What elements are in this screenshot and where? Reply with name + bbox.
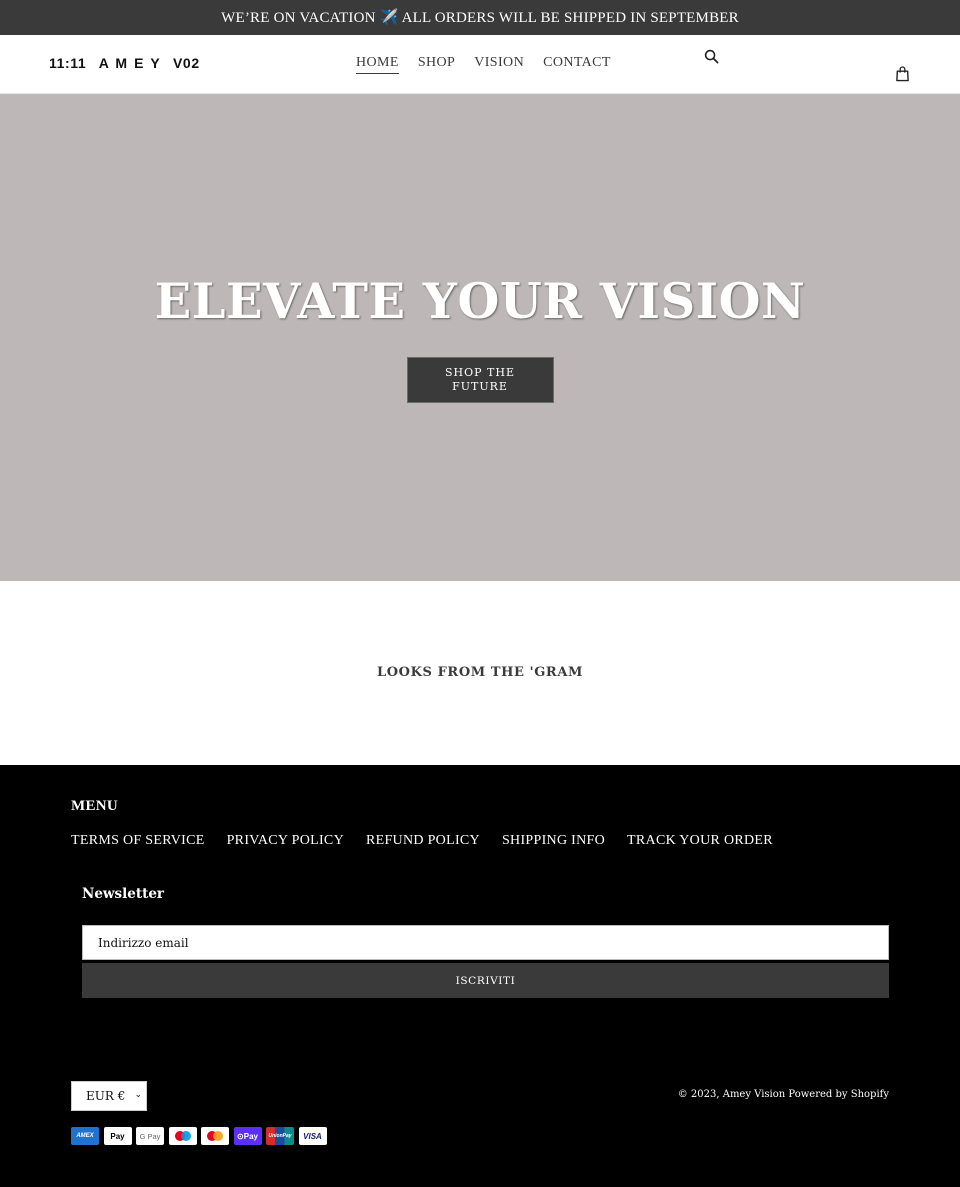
apple-pay-icon: Pay (103, 1127, 132, 1145)
visa-label: VISA (303, 1131, 322, 1141)
footer-links: TERMS OF SERVICE PRIVACY POLICY REFUND P… (71, 833, 773, 849)
unionpay-label: UnionPay (268, 1133, 292, 1139)
payment-icons: AMEX Pay G Pay ⊙Pay UnionPay VISA (71, 1127, 327, 1145)
site-header: 11:11 A M E Y V02 HOME SHOP VISION CONTA… (0, 35, 960, 94)
footer-link-terms[interactable]: TERMS OF SERVICE (71, 833, 205, 849)
newsletter-title: Newsletter (82, 886, 165, 902)
shop-pay-icon: ⊙Pay (233, 1127, 262, 1145)
copyright: © 2023, Amey Vision Powered by Shopify (678, 1089, 889, 1100)
site-logo[interactable]: 11:11 A M E Y V02 (49, 55, 200, 71)
mastercard-orange-circle (213, 1131, 223, 1141)
footer-menu-title: MENU (71, 798, 119, 814)
unionpay-icon: UnionPay (266, 1127, 294, 1145)
amex-icon: AMEX (71, 1127, 99, 1145)
shop-pay-label: ⊙Pay (237, 1131, 258, 1141)
apple-pay-label: Pay (110, 1131, 125, 1141)
store-name-link[interactable]: Amey Vision (723, 1089, 786, 1100)
google-pay-icon: G Pay (136, 1127, 164, 1145)
cart-button[interactable] (893, 65, 911, 83)
maestro-icon (168, 1127, 197, 1145)
instagram-section: LOOKS FROM THE 'GRAM (0, 581, 960, 765)
cart-icon (895, 66, 909, 82)
nav-contact[interactable]: CONTACT (543, 55, 611, 74)
footer-link-track-order[interactable]: TRACK YOUR ORDER (627, 833, 773, 849)
amex-label: AMEX (76, 1133, 94, 1139)
search-button[interactable] (702, 47, 720, 65)
hero-banner: ELEVATE YOUR VISION SHOP THE FUTURE (0, 94, 960, 581)
newsletter-email-input[interactable] (82, 925, 889, 960)
footer-link-refund[interactable]: REFUND POLICY (366, 833, 480, 849)
announcement-bar: WE’RE ON VACATION ✈️ ALL ORDERS WILL BE … (0, 0, 960, 35)
instagram-title: LOOKS FROM THE 'GRAM (376, 665, 584, 680)
footer-link-privacy[interactable]: PRIVACY POLICY (227, 833, 344, 849)
currency-selector[interactable]: EUR € ⌄ (71, 1081, 147, 1111)
nav-home[interactable]: HOME (356, 55, 399, 74)
footer-link-shipping[interactable]: SHIPPING INFO (502, 833, 605, 849)
copyright-prefix: © 2023, (677, 1089, 720, 1100)
main-nav: HOME SHOP VISION CONTACT (356, 55, 611, 74)
site-footer: MENU TERMS OF SERVICE PRIVACY POLICY REF… (0, 765, 960, 1187)
shop-the-future-button[interactable]: SHOP THE FUTURE (406, 357, 554, 403)
currency-value: EUR € (86, 1089, 126, 1103)
announcement-text: WE’RE ON VACATION ✈️ ALL ORDERS WILL BE … (221, 10, 739, 26)
chevron-down-icon: ⌄ (134, 1090, 142, 1100)
google-pay-label: G Pay (139, 1131, 161, 1141)
subscribe-button[interactable]: ISCRIVITI (82, 963, 889, 998)
mastercard-icon (201, 1127, 229, 1145)
maestro-blue-circle (180, 1131, 191, 1141)
hero-title: ELEVATE YOUR VISION (154, 272, 806, 330)
search-icon (704, 49, 718, 63)
nav-vision[interactable]: VISION (474, 55, 524, 74)
powered-by-shopify-link[interactable]: Powered by Shopify (788, 1089, 889, 1100)
visa-icon: VISA (298, 1127, 327, 1145)
nav-shop[interactable]: SHOP (418, 55, 455, 74)
